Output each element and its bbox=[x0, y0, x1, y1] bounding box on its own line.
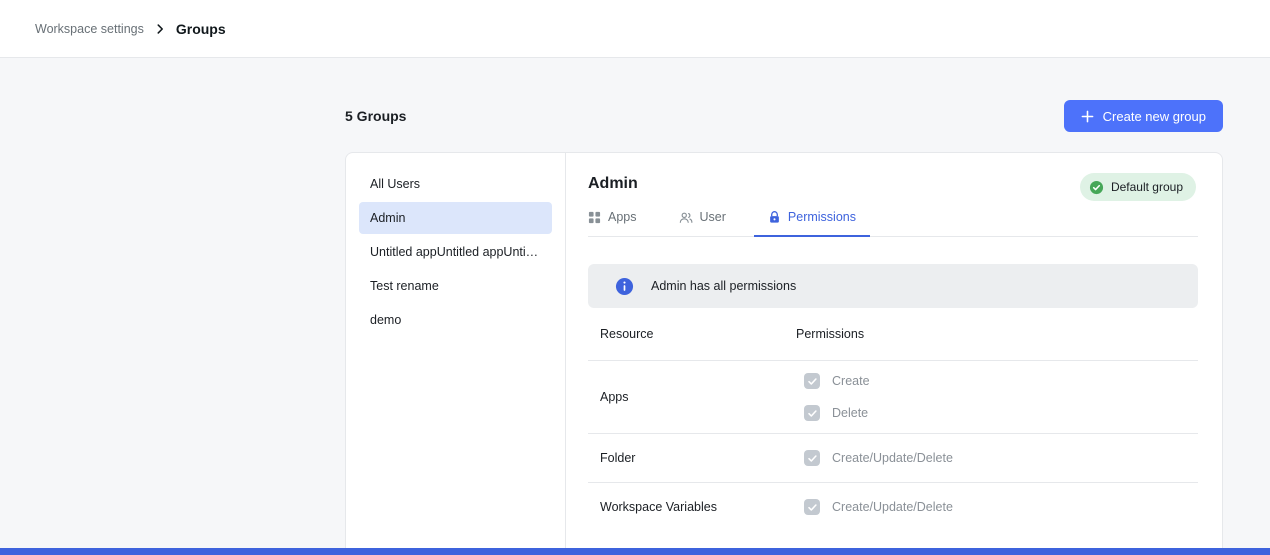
group-item-label: demo bbox=[370, 313, 401, 327]
default-group-badge: Default group bbox=[1080, 173, 1196, 201]
group-item-admin[interactable]: Admin bbox=[359, 202, 552, 234]
breadcrumb-current-groups: Groups bbox=[176, 21, 226, 37]
lock-icon bbox=[768, 210, 781, 224]
users-icon bbox=[679, 211, 693, 224]
app-root: Workspace settings Groups 5 Groups Creat… bbox=[0, 0, 1270, 555]
info-icon bbox=[615, 277, 634, 296]
group-item-label: All Users bbox=[370, 177, 420, 191]
group-item-all-users[interactable]: All Users bbox=[359, 168, 552, 200]
permission-crud: Create/Update/Delete bbox=[804, 450, 953, 466]
bottom-accent-bar bbox=[0, 548, 1270, 555]
chevron-right-icon bbox=[153, 22, 167, 36]
permission-label: Create bbox=[832, 374, 870, 388]
tab-permissions[interactable]: Permissions bbox=[768, 210, 856, 236]
permissions-table-header: Resource Permissions bbox=[588, 308, 1198, 361]
checkbox-checked-icon[interactable] bbox=[804, 373, 820, 389]
group-detail-panel: Admin Default group bbox=[566, 153, 1222, 555]
permission-create: Create bbox=[804, 373, 870, 389]
tab-user-label: User bbox=[700, 210, 726, 224]
resource-column-header: Resource bbox=[588, 327, 796, 341]
create-new-group-button[interactable]: Create new group bbox=[1064, 100, 1223, 132]
group-item-label: Untitled appUntitled appUntitle… bbox=[370, 245, 541, 259]
tab-apps-label: Apps bbox=[608, 210, 637, 224]
permission-label: Delete bbox=[832, 406, 868, 420]
permission-delete: Delete bbox=[804, 405, 870, 421]
info-banner-text: Admin has all permissions bbox=[651, 279, 796, 293]
breadcrumb: Workspace settings Groups bbox=[0, 0, 1270, 58]
resource-name: Apps bbox=[588, 390, 796, 404]
permissions-cell: Create/Update/Delete bbox=[796, 450, 953, 466]
apps-grid-icon bbox=[588, 211, 601, 224]
check-circle-icon bbox=[1089, 180, 1104, 195]
groups-count-label: 5 Groups bbox=[345, 108, 406, 124]
create-new-group-label: Create new group bbox=[1103, 109, 1206, 124]
table-row-workspace-variables: Workspace Variables Create/Update/Delete bbox=[588, 483, 1198, 531]
checkbox-checked-icon[interactable] bbox=[804, 499, 820, 515]
group-item-test-rename[interactable]: Test rename bbox=[359, 270, 552, 302]
resource-name: Folder bbox=[588, 451, 796, 465]
group-item-untitled-app[interactable]: Untitled appUntitled appUntitle… bbox=[359, 236, 552, 268]
tab-user[interactable]: User bbox=[679, 210, 726, 236]
plus-icon bbox=[1081, 110, 1094, 123]
permission-crud: Create/Update/Delete bbox=[804, 499, 953, 515]
groups-header-row: 5 Groups Create new group bbox=[345, 100, 1223, 132]
group-item-label: Admin bbox=[370, 211, 405, 225]
table-row-apps: Apps Create bbox=[588, 361, 1198, 434]
groups-card: All Users Admin Untitled appUntitled app… bbox=[345, 152, 1223, 555]
checkbox-checked-icon[interactable] bbox=[804, 450, 820, 466]
permission-label: Create/Update/Delete bbox=[832, 500, 953, 514]
permissions-column-header: Permissions bbox=[796, 327, 864, 341]
tab-apps[interactable]: Apps bbox=[588, 210, 637, 236]
checkbox-checked-icon[interactable] bbox=[804, 405, 820, 421]
resource-name: Workspace Variables bbox=[588, 500, 796, 514]
tab-permissions-label: Permissions bbox=[788, 210, 856, 224]
group-item-demo[interactable]: demo bbox=[359, 304, 552, 336]
table-row-folder: Folder Create/Update/Delete bbox=[588, 434, 1198, 483]
permissions-cell: Create Delete bbox=[796, 373, 870, 421]
breadcrumb-workspace-settings[interactable]: Workspace settings bbox=[35, 22, 144, 36]
group-list: All Users Admin Untitled appUntitled app… bbox=[346, 153, 566, 555]
group-item-label: Test rename bbox=[370, 279, 439, 293]
permissions-cell: Create/Update/Delete bbox=[796, 499, 953, 515]
permission-label: Create/Update/Delete bbox=[832, 451, 953, 465]
default-group-badge-label: Default group bbox=[1111, 180, 1183, 194]
permissions-info-banner: Admin has all permissions bbox=[588, 264, 1198, 308]
group-tabs: Apps User bbox=[588, 210, 1198, 237]
